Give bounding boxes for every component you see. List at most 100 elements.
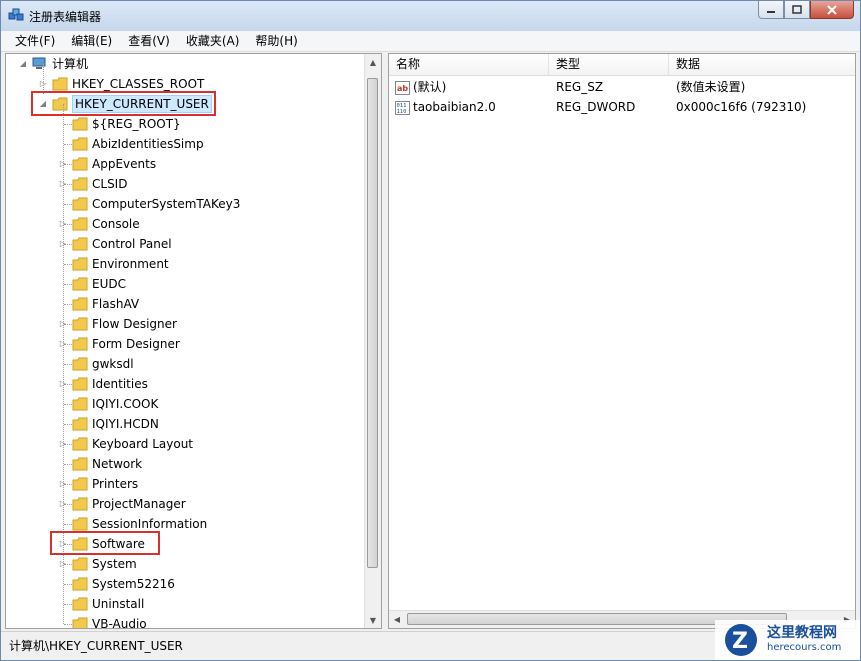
tree-item-subkey[interactable]: ▷ Keyboard Layout xyxy=(58,434,193,454)
folder-icon xyxy=(72,137,88,151)
window-title: 注册表编辑器 xyxy=(29,10,102,24)
binary-value-icon: 011 110 xyxy=(395,100,410,115)
tree-item-subkey[interactable]: ▷ Identities xyxy=(58,374,148,394)
tree-item-hkcu[interactable]: ◢ HKEY_CURRENT_USER xyxy=(38,94,212,114)
folder-icon xyxy=(72,217,88,231)
minimize-icon xyxy=(767,10,775,13)
folder-icon xyxy=(72,397,88,411)
maximize-icon xyxy=(792,5,802,14)
tree-item-subkey[interactable]: ▷ System xyxy=(58,554,137,574)
expand-arrow-icon[interactable]: ▷ xyxy=(58,339,68,349)
tree-item-subkey[interactable]: ▷ ProjectManager xyxy=(58,494,186,514)
tree-item-subkey[interactable]: SessionInformation xyxy=(58,514,207,534)
tree-label-subkey: System52216 xyxy=(92,577,175,591)
tree-item-subkey[interactable]: ComputerSystemTAKey3 xyxy=(58,194,240,214)
folder-icon xyxy=(72,377,88,391)
regedit-app-icon xyxy=(8,8,24,21)
svg-text:ab: ab xyxy=(397,84,408,93)
scroll-left-arrow-icon[interactable]: ◀ xyxy=(389,611,405,627)
tree-item-computer[interactable]: ◢ 计算机 xyxy=(18,54,88,74)
expand-arrow-icon[interactable]: ▷ xyxy=(58,179,68,189)
tree-item-subkey[interactable]: VB-Audio xyxy=(58,614,147,628)
tree-label-subkey: Form Designer xyxy=(92,337,180,351)
expand-arrow-icon[interactable]: ▷ xyxy=(58,219,68,229)
tree-item-subkey[interactable]: gwksdl xyxy=(58,354,134,374)
folder-icon xyxy=(72,297,88,311)
values-header: 名称 类型 数据 xyxy=(389,54,855,76)
tree-item-subkey[interactable]: ▷ Control Panel xyxy=(58,234,172,254)
expand-arrow-icon[interactable]: ▷ xyxy=(58,439,68,449)
collapse-arrow-icon[interactable]: ◢ xyxy=(18,59,28,69)
expand-arrow-icon[interactable]: ▷ xyxy=(58,479,68,489)
value-row[interactable]: ab (默认) REG_SZ (数值未设置) xyxy=(389,77,855,97)
tree-label-subkey: Software xyxy=(92,537,145,551)
menu-bar: 文件(F) 编辑(E) 查看(V) 收藏夹(A) 帮助(H) xyxy=(1,31,860,52)
tree-item-subkey[interactable]: ▷ AppEvents xyxy=(58,154,156,174)
tree-item-hkcr[interactable]: ▷ HKEY_CLASSES_ROOT xyxy=(38,74,204,94)
scroll-up-arrow-icon[interactable]: ▲ xyxy=(365,54,381,70)
tree-item-subkey[interactable]: ▷ Software xyxy=(58,534,145,554)
tree-item-subkey[interactable]: Environment xyxy=(58,254,169,274)
menu-view[interactable]: 查看(V) xyxy=(120,31,178,51)
expand-arrow-icon[interactable]: ▷ xyxy=(58,499,68,509)
tree-item-subkey[interactable]: ▷ Flow Designer xyxy=(58,314,177,334)
folder-icon xyxy=(72,597,88,611)
tree-item-subkey[interactable]: Network xyxy=(58,454,142,474)
string-value-icon: ab xyxy=(395,80,410,95)
column-header-name[interactable]: 名称 xyxy=(389,54,549,75)
menu-help[interactable]: 帮助(H) xyxy=(247,31,305,51)
folder-icon xyxy=(72,157,88,171)
tree-item-subkey[interactable]: IQIYI.HCDN xyxy=(58,414,159,434)
column-header-data[interactable]: 数据 xyxy=(669,54,855,75)
tree-item-subkey[interactable]: ▷ CLSID xyxy=(58,174,128,194)
tree-item-subkey[interactable]: System52216 xyxy=(58,574,175,594)
folder-icon xyxy=(72,497,88,511)
scroll-thumb[interactable] xyxy=(367,78,378,568)
tree-item-subkey[interactable]: ▷ Printers xyxy=(58,474,138,494)
tree-item-subkey[interactable]: ▷ Form Designer xyxy=(58,334,180,354)
tree-label-subkey: gwksdl xyxy=(92,357,134,371)
menu-edit[interactable]: 编辑(E) xyxy=(63,31,120,51)
expand-arrow-icon[interactable]: ▷ xyxy=(58,379,68,389)
tree-item-subkey[interactable]: IQIYI.COOK xyxy=(58,394,158,414)
tree-item-subkey[interactable]: ▷ Console xyxy=(58,214,140,234)
title-bar[interactable]: 注册表编辑器 xyxy=(1,1,860,32)
tree-item-subkey[interactable]: AbizIdentitiesSimp xyxy=(58,134,204,154)
expand-arrow-icon[interactable]: ▷ xyxy=(58,559,68,569)
column-header-type[interactable]: 类型 xyxy=(549,54,669,75)
folder-icon xyxy=(72,577,88,591)
key-tree: ◢ 计算机 ▷ HKEY_CLASSES_ROOT ◢ HKEY_CURRENT… xyxy=(6,54,366,628)
expand-arrow-icon[interactable]: ▷ xyxy=(58,239,68,249)
tree-vertical-scrollbar[interactable]: ▲ ▼ xyxy=(364,54,381,628)
tree-item-subkey[interactable]: EUDC xyxy=(58,274,126,294)
tree-label-subkey: Flow Designer xyxy=(92,317,177,331)
close-button[interactable] xyxy=(810,1,854,19)
tree-label-subkey: IQIYI.COOK xyxy=(92,397,159,411)
folder-icon xyxy=(72,557,88,571)
value-type: REG_SZ xyxy=(556,80,604,94)
scroll-down-arrow-icon[interactable]: ▼ xyxy=(365,612,381,628)
menu-favorites[interactable]: 收藏夹(A) xyxy=(178,31,248,51)
value-name: (默认) xyxy=(413,80,447,94)
expand-arrow-icon[interactable]: ▷ xyxy=(58,539,68,549)
tree-item-subkey[interactable]: ${REG_ROOT} xyxy=(58,114,181,134)
folder-icon xyxy=(52,77,68,91)
folder-icon xyxy=(72,317,88,331)
tree-item-subkey[interactable]: FlashAV xyxy=(58,294,139,314)
expand-arrow-icon[interactable]: ▷ xyxy=(58,319,68,329)
minimize-button[interactable] xyxy=(758,1,784,19)
key-tree-pane: ◢ 计算机 ▷ HKEY_CLASSES_ROOT ◢ HKEY_CURRENT… xyxy=(5,53,382,629)
tree-item-subkey[interactable]: Uninstall xyxy=(58,594,144,614)
menu-file[interactable]: 文件(F) xyxy=(7,31,63,51)
expand-arrow-icon[interactable]: ▷ xyxy=(58,159,68,169)
tree-label-subkey: Control Panel xyxy=(92,237,172,251)
maximize-button[interactable] xyxy=(784,1,810,19)
collapse-arrow-icon[interactable]: ◢ xyxy=(38,99,48,109)
tree-label-subkey: VB-Audio xyxy=(92,617,147,628)
value-row[interactable]: 011 110 taobaibian2.0 REG_DWORD 0x000c16… xyxy=(389,97,855,117)
